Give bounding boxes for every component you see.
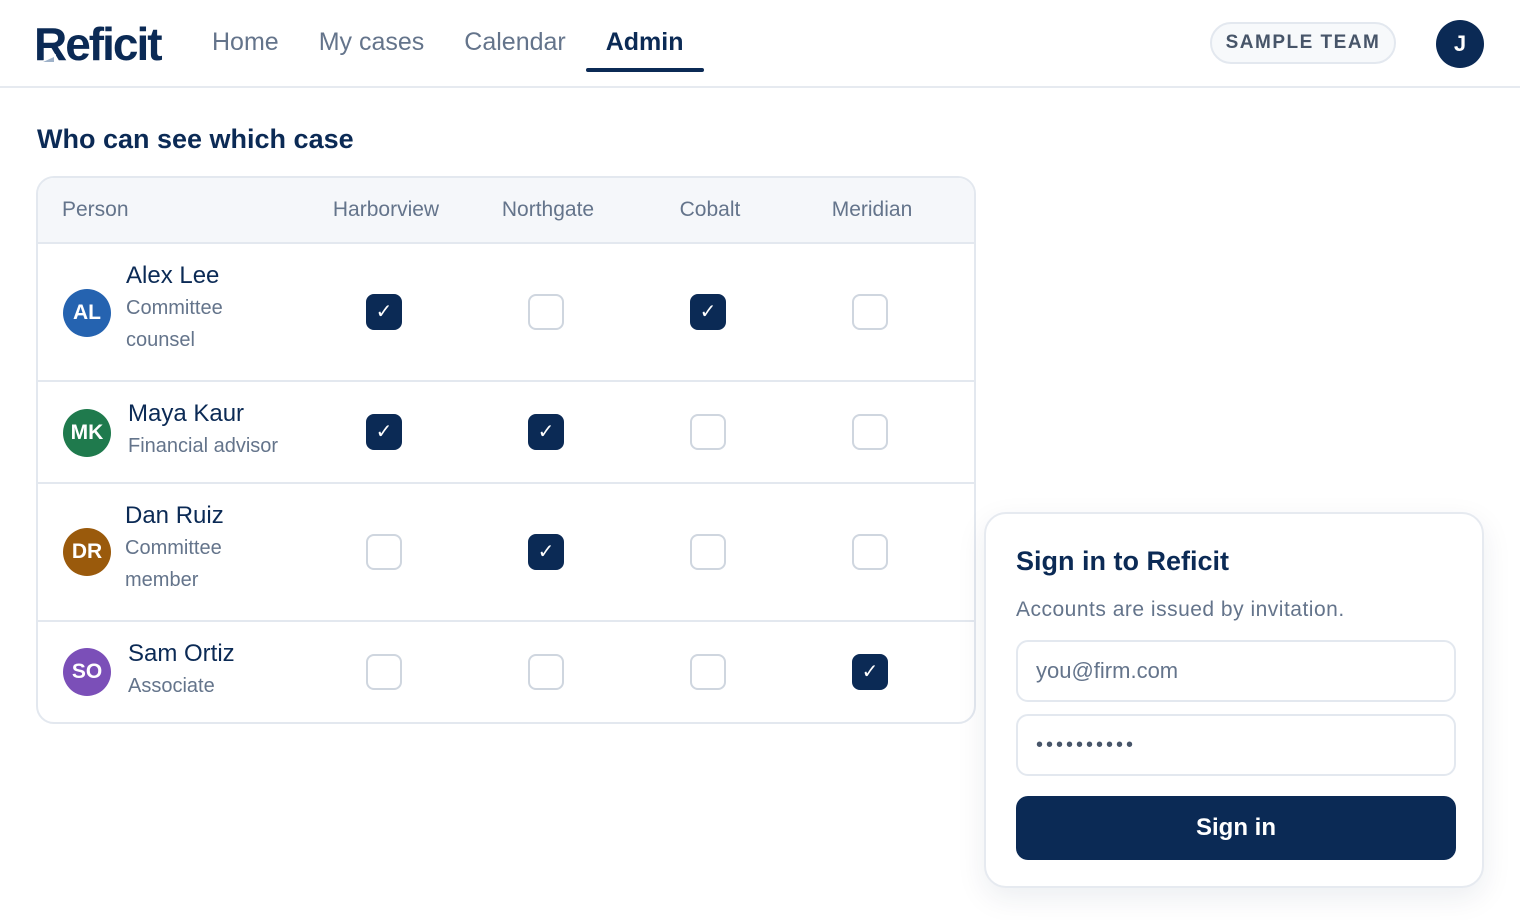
check-icon: ✓ <box>861 661 879 683</box>
avatar: AL <box>63 289 111 337</box>
access-checkbox-cobalt[interactable] <box>690 414 726 450</box>
person-role: Committee member <box>125 537 222 591</box>
access-checkbox-harborview[interactable] <box>366 654 402 690</box>
check-icon: ✓ <box>537 541 555 563</box>
person-info: Dan Ruiz Committee member <box>125 500 315 596</box>
tab-my-cases[interactable]: My cases <box>299 0 445 86</box>
person-name: Sam Ortiz <box>128 640 235 667</box>
column-header-northgate: Northgate <box>501 198 595 221</box>
access-checkbox-harborview[interactable] <box>366 534 402 570</box>
table-row: SO Sam Ortiz Associate ✓ <box>38 622 974 722</box>
tab-calendar[interactable]: Calendar <box>444 0 585 86</box>
avatar: MK <box>63 409 111 457</box>
column-header-person: Person <box>62 198 129 221</box>
person-name: Dan Ruiz <box>125 502 224 529</box>
column-header-meridian: Meridian <box>831 198 913 221</box>
access-checkbox-harborview[interactable]: ✓ <box>366 414 402 450</box>
access-checkbox-northgate[interactable]: ✓ <box>528 414 564 450</box>
table-header: Person Harborview Northgate Cobalt Merid… <box>38 178 974 244</box>
page-title: Who can see which case <box>37 124 354 154</box>
person-info: Sam Ortiz Associate <box>128 638 318 702</box>
email-field[interactable] <box>1016 640 1456 702</box>
person-role: Associate <box>128 675 215 697</box>
access-checkbox-cobalt[interactable] <box>690 654 726 690</box>
check-icon: ✓ <box>375 421 393 443</box>
tab-home[interactable]: Home <box>192 0 299 86</box>
sign-in-subtitle: Accounts are issued by invitation. <box>1016 598 1345 621</box>
case-access-table: Person Harborview Northgate Cobalt Merid… <box>36 176 976 724</box>
person-role: Financial advisor <box>128 435 279 457</box>
access-checkbox-northgate[interactable] <box>528 294 564 330</box>
person-info: Alex Lee Committee counsel <box>126 260 316 356</box>
avatar: DR <box>63 528 111 576</box>
user-avatar[interactable]: J <box>1436 20 1484 68</box>
team-badge[interactable]: SAMPLE TEAM <box>1210 22 1396 64</box>
check-icon: ✓ <box>537 421 555 443</box>
column-header-harborview: Harborview <box>332 198 440 221</box>
person-info: Maya Kaur Financial advisor <box>128 398 318 462</box>
access-checkbox-northgate[interactable] <box>528 654 564 690</box>
column-header-cobalt: Cobalt <box>679 198 741 221</box>
access-checkbox-northgate[interactable]: ✓ <box>528 534 564 570</box>
sign-in-card: Sign in to Reficit Accounts are issued b… <box>984 512 1484 888</box>
table-row: MK Maya Kaur Financial advisor ✓ ✓ <box>38 382 974 484</box>
access-checkbox-meridian[interactable] <box>852 294 888 330</box>
avatar: SO <box>63 648 111 696</box>
person-name: Alex Lee <box>126 262 220 289</box>
reficit-logo[interactable]: Reficit <box>34 18 170 68</box>
access-checkbox-meridian[interactable]: ✓ <box>852 654 888 690</box>
table-row: AL Alex Lee Committee counsel ✓ ✓ <box>38 244 974 382</box>
person-role: Committee counsel <box>126 297 223 351</box>
access-checkbox-meridian[interactable] <box>852 534 888 570</box>
top-navigation-bar: Reficit Home My cases Calendar Admin SAM… <box>0 0 1520 88</box>
check-icon: ✓ <box>375 301 393 323</box>
access-checkbox-harborview[interactable]: ✓ <box>366 294 402 330</box>
access-checkbox-cobalt[interactable] <box>690 534 726 570</box>
sign-in-title: Sign in to Reficit <box>1016 546 1229 576</box>
access-checkbox-cobalt[interactable]: ✓ <box>690 294 726 330</box>
main-nav: Home My cases Calendar Admin <box>192 0 704 86</box>
check-icon: ✓ <box>699 301 717 323</box>
table-row: DR Dan Ruiz Committee member ✓ <box>38 484 974 622</box>
access-checkbox-meridian[interactable] <box>852 414 888 450</box>
password-field[interactable] <box>1016 714 1456 776</box>
sign-in-button[interactable]: Sign in <box>1016 796 1456 860</box>
person-name: Maya Kaur <box>128 400 245 427</box>
tab-admin[interactable]: Admin <box>585 0 704 86</box>
